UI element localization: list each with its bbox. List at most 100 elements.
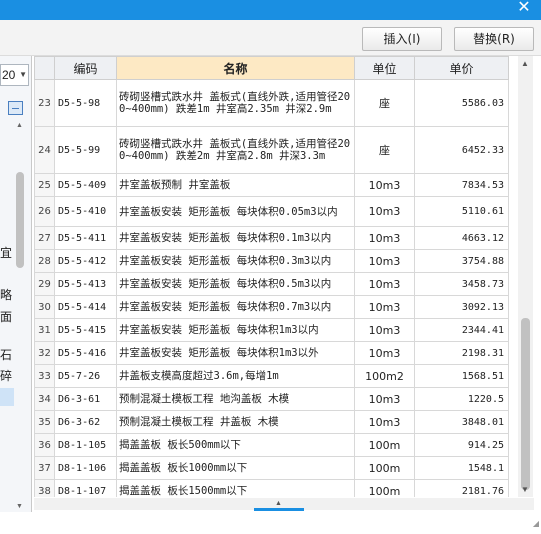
row-index: 30 — [34, 295, 55, 319]
quota-code: D5-5-412 — [54, 249, 117, 273]
quota-name: 砖砌竖槽式跌水井 盖板式(直线外跌,适用管径200~400mm) 跌差2m 井室… — [116, 126, 355, 174]
table-row[interactable]: 29 D5-5-413 井室盖板安装 矩形盖板 每块体积0.5m3以内 10m3 345… — [34, 272, 509, 296]
column-header-index — [34, 56, 55, 80]
column-header-unit[interactable]: 单位 — [354, 56, 415, 80]
tree-item-label[interactable]: 碎 — [0, 367, 12, 384]
table-row[interactable]: 38 D8-1-107 揭盖盖板 板长1500mm以下 100m 2181.76 — [34, 479, 509, 497]
quota-name: 揭盖盖板 板长1000mm以下 — [116, 456, 355, 480]
quota-unit: 座 — [354, 126, 415, 174]
table-row[interactable]: 36 D8-1-105 揭盖盖板 板长500mm以下 100m 914.25 — [34, 433, 509, 457]
tree-item-label[interactable]: 宜 — [0, 244, 12, 261]
quota-unit: 10m3 — [354, 295, 415, 319]
quota-code: D5-7-26 — [54, 364, 117, 388]
row-index: 37 — [34, 456, 55, 480]
tree-item-label[interactable]: 略 — [0, 286, 12, 303]
left-scrollbar-thumb[interactable] — [16, 172, 24, 268]
quota-code: D8-1-106 — [54, 456, 117, 480]
table-row[interactable]: 32 D5-5-416 井室盖板安装 矩形盖板 每块体积1m3以外 10m3 2198.… — [34, 341, 509, 365]
quota-price: 1220.5 — [414, 387, 509, 411]
quota-price: 2344.41 — [414, 318, 509, 342]
quota-name: 井室盖板预制 井室盖板 — [116, 173, 355, 197]
quota-price: 6452.33 — [414, 126, 509, 174]
quota-name: 井室盖板安装 矩形盖板 每块体积0.3m3以内 — [116, 249, 355, 273]
scroll-up-icon[interactable]: ▲ — [16, 122, 23, 129]
quota-price: 1568.51 — [414, 364, 509, 388]
quota-code: D5-5-99 — [54, 126, 117, 174]
scrollbar-thumb[interactable] — [521, 318, 530, 490]
close-icon[interactable]: ✕ — [513, 0, 535, 18]
quota-code: D5-5-409 — [54, 173, 117, 197]
table-row[interactable]: 23 D5-5-98 砖砌竖槽式跌水井 盖板式(直线外跌,适用管径200~400mm… — [34, 79, 509, 127]
table-row[interactable]: 28 D5-5-412 井室盖板安装 矩形盖板 每块体积0.3m3以内 10m3 375… — [34, 249, 509, 273]
table-row[interactable]: 26 D5-5-410 井室盖板安装 矩形盖板 每块体积0.05m3以内 10m3 51… — [34, 196, 509, 227]
table-row[interactable]: 31 D5-5-415 井室盖板安装 矩形盖板 每块体积1m3以内 10m3 2344.… — [34, 318, 509, 342]
quota-price: 5586.03 — [414, 79, 509, 127]
quota-price: 3754.88 — [414, 249, 509, 273]
row-index: 25 — [34, 173, 55, 197]
tree-item-selected[interactable] — [0, 388, 14, 406]
window-titlebar: ✕ — [0, 0, 541, 20]
insert-button[interactable]: 插入(I) — [362, 27, 442, 51]
quota-code: D5-5-410 — [54, 196, 117, 227]
quota-price: 3092.13 — [414, 295, 509, 319]
row-index: 33 — [34, 364, 55, 388]
column-header-name[interactable]: 名称 — [116, 56, 355, 80]
row-index: 28 — [34, 249, 55, 273]
scroll-up-icon[interactable]: ▲ — [521, 59, 529, 68]
quota-name: 揭盖盖板 板长500mm以下 — [116, 433, 355, 457]
quota-price: 3848.01 — [414, 410, 509, 434]
scroll-down-icon[interactable]: ▼ — [521, 485, 529, 494]
quota-unit: 10m3 — [354, 249, 415, 273]
row-index: 34 — [34, 387, 55, 411]
table-row[interactable]: 25 D5-5-409 井室盖板预制 井室盖板 10m3 7834.53 — [34, 173, 509, 197]
row-index: 24 — [34, 126, 55, 174]
table-row[interactable]: 34 D6-3-61 预制混凝土模板工程 地沟盖板 木模 10m3 1220.5 — [34, 387, 509, 411]
quota-code: D6-3-62 — [54, 410, 117, 434]
row-index: 31 — [34, 318, 55, 342]
quota-unit: 10m3 — [354, 318, 415, 342]
table-row[interactable]: 24 D5-5-99 砖砌竖槽式跌水井 盖板式(直线外跌,适用管径200~400mm… — [34, 126, 509, 174]
quota-unit: 100m — [354, 433, 415, 457]
quota-code: D5-5-411 — [54, 226, 117, 250]
column-header-price[interactable]: 单价 — [414, 56, 509, 80]
table-row[interactable]: 37 D8-1-106 揭盖盖板 板长1000mm以下 100m 1548.1 — [34, 456, 509, 480]
scroll-down-icon[interactable]: ▼ — [16, 503, 23, 510]
quota-name: 预制混凝土模板工程 井盖板 木模 — [116, 410, 355, 434]
table-icon[interactable] — [8, 101, 23, 115]
row-index: 27 — [34, 226, 55, 250]
quota-unit: 100m2 — [354, 364, 415, 388]
page-size-combo[interactable]: 20 ▼ — [0, 64, 29, 86]
status-area: ◢ — [0, 512, 541, 534]
tree-item-label[interactable]: 面 — [0, 308, 12, 325]
quota-code: D5-5-414 — [54, 295, 117, 319]
quota-unit: 10m3 — [354, 196, 415, 227]
quota-table: 编码 名称 单位 单价 23 D5-5-98 砖砌竖槽式跌水井 盖板式(直线外跌,适… — [34, 56, 518, 497]
quota-price: 914.25 — [414, 433, 509, 457]
replace-button[interactable]: 替换(R) — [454, 27, 534, 51]
table-horizontal-scrollbar[interactable]: ▲ — [34, 498, 534, 511]
chevron-up-icon: ▲ — [275, 500, 282, 507]
table-row[interactable]: 33 D5-7-26 井盖板支模高度超过3.6m,每增1m 100m2 1568.51 — [34, 364, 509, 388]
row-index: 26 — [34, 196, 55, 227]
quota-code: D6-3-61 — [54, 387, 117, 411]
quota-name: 井盖板支模高度超过3.6m,每增1m — [116, 364, 355, 388]
row-index: 36 — [34, 433, 55, 457]
quota-name: 井室盖板安装 矩形盖板 每块体积0.05m3以内 — [116, 196, 355, 227]
resize-grip-icon[interactable]: ◢ — [533, 519, 539, 528]
quota-price: 4663.12 — [414, 226, 509, 250]
quota-code: D5-5-413 — [54, 272, 117, 296]
table-row[interactable]: 35 D6-3-62 预制混凝土模板工程 井盖板 木模 10m3 3848.01 — [34, 410, 509, 434]
table-row[interactable]: 30 D5-5-414 井室盖板安装 矩形盖板 每块体积0.7m3以内 10m3 309… — [34, 295, 509, 319]
splitter-handle[interactable] — [254, 508, 304, 511]
table-vertical-scrollbar[interactable]: ▲ ▼ — [518, 56, 533, 497]
row-index: 29 — [34, 272, 55, 296]
column-header-code[interactable]: 编码 — [54, 56, 117, 80]
tree-item-label[interactable]: 石 — [0, 346, 12, 363]
row-index: 35 — [34, 410, 55, 434]
quota-unit: 100m — [354, 456, 415, 480]
quota-code: D8-1-105 — [54, 433, 117, 457]
quota-price: 5110.61 — [414, 196, 509, 227]
quota-unit: 10m3 — [354, 341, 415, 365]
chevron-down-icon: ▼ — [19, 70, 27, 79]
table-row[interactable]: 27 D5-5-411 井室盖板安装 矩形盖板 每块体积0.1m3以内 10m3 466… — [34, 226, 509, 250]
